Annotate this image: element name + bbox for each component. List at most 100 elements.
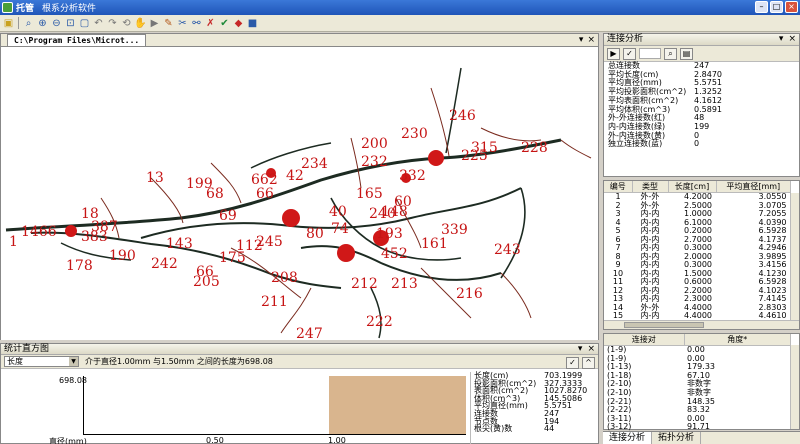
print-icon[interactable]: ▤ <box>680 47 693 60</box>
root-label: 232 <box>361 154 388 170</box>
angle-table-panel: 连接对 角度* (1-9) 0.00 (1-9) 0.00 (1-13) 179.33 (1… <box>603 333 800 432</box>
app-window: { "window": { "title": "托管", "subtitle":… <box>0 0 800 444</box>
book-icon[interactable]: ■ <box>246 17 259 30</box>
play-icon[interactable]: ▶ <box>607 47 620 60</box>
measure-select-value: 长度 <box>7 357 23 366</box>
histogram-chart[interactable]: 698.08 直径(mm) 0.50 1.00 <box>1 370 466 444</box>
zoom-icon[interactable]: ⌕ <box>22 17 35 30</box>
search-icon[interactable]: ⌕ <box>664 47 677 60</box>
tab-connection-analysis[interactable]: 连接分析 <box>603 432 653 444</box>
window-subtitle: 根系分析软件 <box>42 4 97 14</box>
root-label: 200 <box>361 136 388 152</box>
root-label: 662 <box>251 172 278 188</box>
link-icon[interactable]: ⚯ <box>190 17 203 30</box>
close-icon[interactable]: × <box>788 34 796 45</box>
export-icon[interactable]: ✓ <box>623 47 636 60</box>
cut-icon[interactable]: ✂ <box>176 17 189 30</box>
connection-input[interactable] <box>639 48 661 59</box>
close-icon[interactable]: × <box>587 344 595 354</box>
edge-table-vertical-scrollbar[interactable] <box>790 193 799 320</box>
title-bar: 托管 根系分析软件 – □ × <box>0 0 800 15</box>
zoom-out-icon[interactable]: ⊖ <box>50 17 63 30</box>
document-tab[interactable]: C:\Program Files\Microt... <box>7 34 147 46</box>
pencil-icon[interactable]: ✎ <box>162 17 175 30</box>
edge-table-horizontal-scrollbar[interactable] <box>604 320 799 329</box>
dropdown-arrow-icon[interactable]: ▾ <box>578 344 583 354</box>
root-label: 13 <box>146 170 164 186</box>
color-icon[interactable]: ✔ <box>218 17 231 30</box>
dropdown-arrow-icon[interactable]: ▾ <box>579 35 584 46</box>
root-label: 213 <box>391 276 418 292</box>
root-label: 452 <box>381 246 408 262</box>
root-label: 175 <box>219 250 246 266</box>
root-label: 245 <box>256 234 283 250</box>
redo-icon[interactable]: ↷ <box>106 17 119 30</box>
dropdown-arrow-icon[interactable]: ▾ <box>779 34 784 45</box>
scroll-thumb[interactable] <box>624 322 704 328</box>
edge-table: 编号 类型 长度[cm] 平均直径[mm] 1 外-外 4.2000 3.0550 2 外… <box>604 181 791 321</box>
root-label: 1 <box>9 234 18 250</box>
root-label: 199 <box>186 176 213 192</box>
summary-key: 独立连接数(蓝) <box>608 139 663 149</box>
root-label: 242 <box>151 256 178 272</box>
chevron-down-icon[interactable]: ▼ <box>69 357 78 366</box>
connection-analysis-panel: 连接分析 ▾ × ▶ ✓ ⌕ ▤ 总连接数 247 平均长度(cm) 2.8470 平… <box>603 33 800 177</box>
refresh-icon[interactable]: ⟲ <box>120 17 133 30</box>
x-tick-label: 1.00 <box>328 436 346 444</box>
window-title: 托管 根系分析软件 <box>16 1 96 14</box>
minimize-button[interactable]: – <box>755 1 768 13</box>
root-label: 1466 <box>21 224 57 240</box>
root-label: 74 <box>331 221 349 237</box>
root-label: 69 <box>219 208 237 224</box>
play-icon[interactable]: ▶ <box>148 17 161 30</box>
split-icon[interactable]: ✗ <box>204 17 217 30</box>
measure-icon[interactable]: ◆ <box>232 17 245 30</box>
angle-table-body: (1-9) 0.00 (1-9) 0.00 (1-13) 179.33 (1-18) 67.1… <box>604 345 791 432</box>
close-icon[interactable]: × <box>587 35 595 46</box>
histogram-tools: ✓ ^ <box>566 357 595 369</box>
fit-icon[interactable]: ⊡ <box>64 17 77 30</box>
root-label: 228 <box>521 140 548 156</box>
root-image: 1 13 18 66 40 42 60 66 68 69 74 80 112 1… <box>1 48 598 340</box>
histogram-panel: 统计直方图 ▾ × 长度 ▼ 介于直径1.00mm 与1.50mm 之间的长度为6… <box>0 343 599 444</box>
column-header-type[interactable]: 类型 <box>632 181 669 193</box>
maximize-button[interactable]: □ <box>770 1 783 13</box>
root-label: 80 <box>306 226 324 242</box>
select-icon[interactable]: ▢ <box>78 17 91 30</box>
root-label: 66 <box>256 186 274 202</box>
undo-icon[interactable]: ↶ <box>92 17 105 30</box>
pan-icon[interactable]: ✋ <box>134 17 147 30</box>
close-button[interactable]: × <box>785 1 798 13</box>
node-cluster <box>337 244 355 262</box>
column-header-pair[interactable]: 连接对 <box>604 334 685 346</box>
measure-select[interactable]: 长度 ▼ <box>4 356 79 367</box>
column-header-id[interactable]: 编号 <box>604 181 633 193</box>
zoom-in-icon[interactable]: ⊕ <box>36 17 49 30</box>
column-header-diameter[interactable]: 平均直径[mm] <box>716 181 791 193</box>
export-icon[interactable]: ✓ <box>566 357 579 369</box>
analysis-tabs: 连接分析 拓扑分析 <box>603 431 800 444</box>
summary-value: 0 <box>694 139 700 149</box>
stats-row: 根尖(黄)数 44 <box>471 425 598 433</box>
root-image-canvas[interactable]: 1 13 18 66 40 42 60 66 68 69 74 80 112 1… <box>1 48 598 340</box>
histogram-bar[interactable] <box>329 376 466 434</box>
tab-topology-analysis[interactable]: 拓扑分析 <box>652 432 702 444</box>
root-label: 230 <box>401 126 428 142</box>
document-tab-bar: C:\Program Files\Microt... ▾ × <box>1 34 598 47</box>
open-icon[interactable]: ▣ <box>2 17 15 30</box>
root-label: 161 <box>421 236 448 252</box>
edge-table-header: 编号 类型 长度[cm] 平均直径[mm] <box>604 181 791 193</box>
collapse-icon[interactable]: ^ <box>582 357 595 369</box>
angle-table-vertical-scrollbar[interactable] <box>790 345 799 429</box>
root-label: 178 <box>66 258 93 274</box>
stats-value: 44 <box>544 424 555 434</box>
node-cluster <box>282 209 300 227</box>
app-icon <box>2 2 13 13</box>
root-label: 40 <box>329 204 347 220</box>
histogram-title: 统计直方图 <box>4 344 50 354</box>
column-header-angle[interactable]: 角度* <box>684 334 791 346</box>
column-header-length[interactable]: 长度[cm] <box>668 181 717 193</box>
root-label: 212 <box>351 276 378 292</box>
root-label: 315 <box>471 140 498 156</box>
root-label: 240 <box>369 206 396 222</box>
